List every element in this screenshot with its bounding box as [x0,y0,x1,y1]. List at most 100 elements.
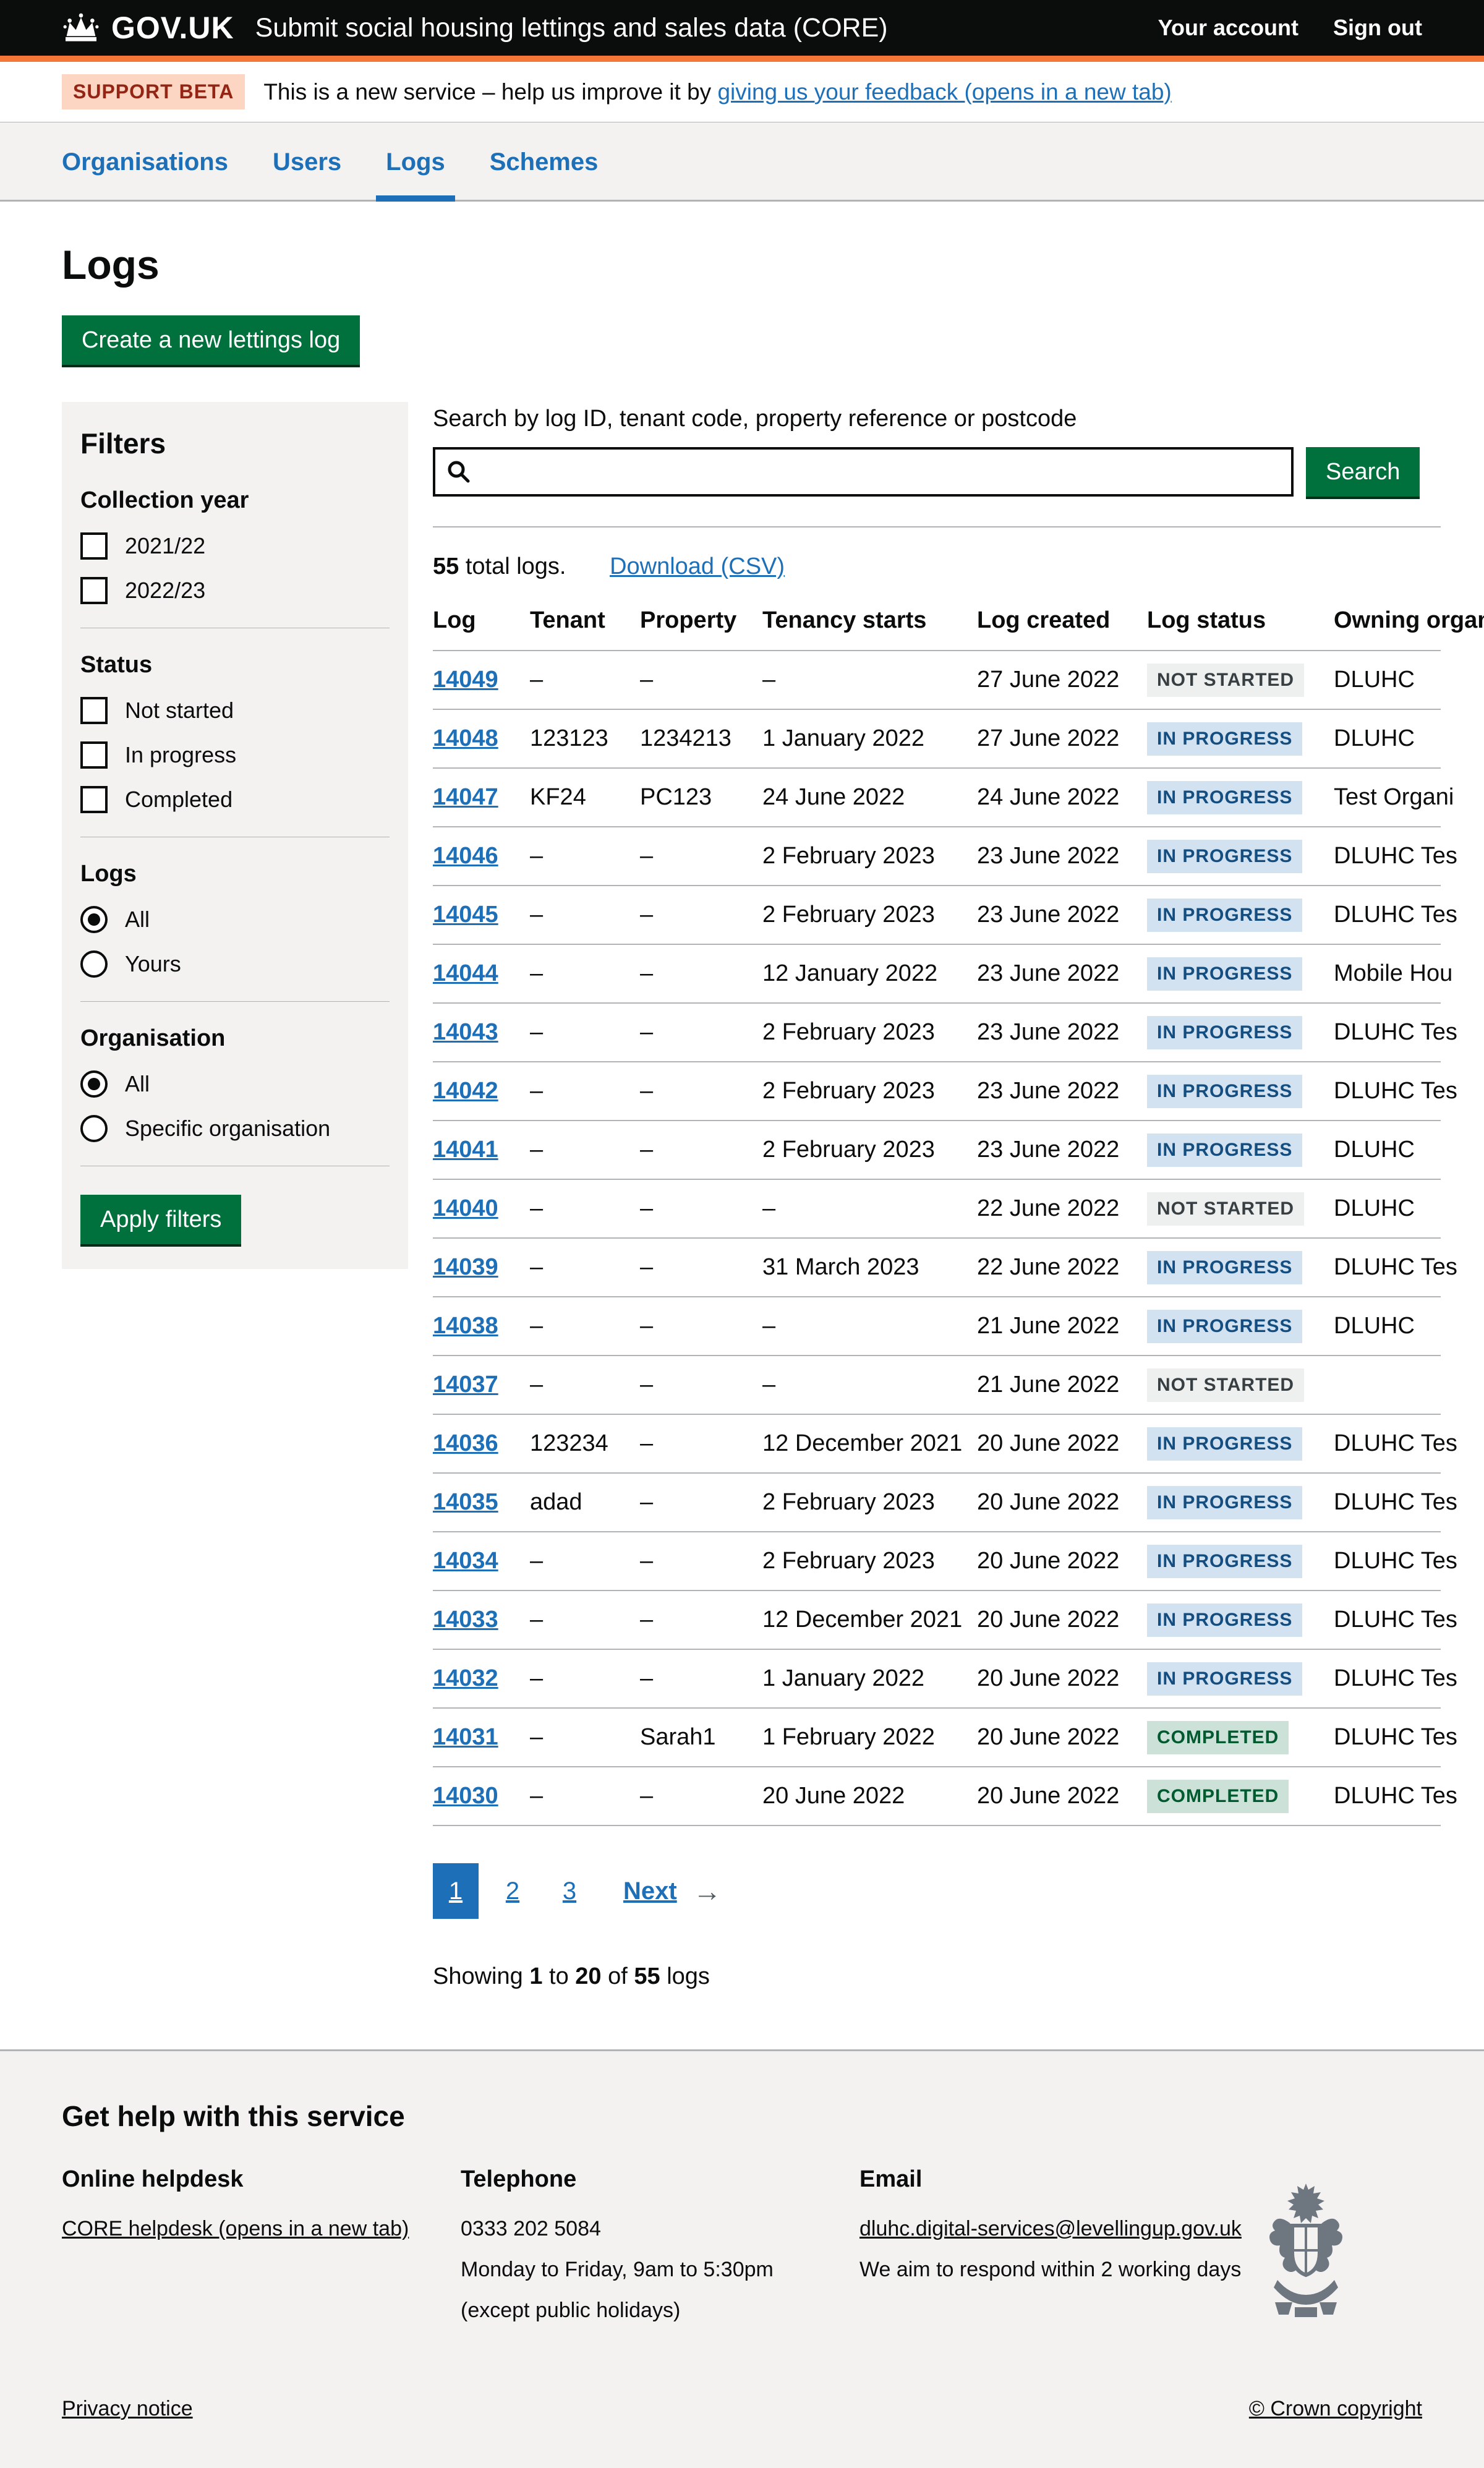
log-created-cell: 27 June 2022 [977,709,1147,768]
log-cell: 14033 [433,1591,530,1649]
radio-option-all[interactable]: All [80,1070,390,1098]
pagination-page-1[interactable]: 1 [433,1863,479,1919]
option-label: Yours [125,951,181,977]
checkbox-control[interactable] [80,697,108,724]
checkbox-option-not-started[interactable]: Not started [80,697,390,724]
tenant-cell: – [530,944,640,1003]
log-id-link[interactable]: 14043 [433,1019,498,1045]
pagination-page-3[interactable]: 3 [547,1863,592,1919]
privacy-notice-link[interactable]: Privacy notice [62,2397,193,2421]
footer-link[interactable]: dluhc.digital-services@levellingup.gov.u… [859,2217,1242,2240]
log-id-link[interactable]: 14047 [433,784,498,810]
log-id-link[interactable]: 14035 [433,1489,498,1515]
log-id-link[interactable]: 14036 [433,1430,498,1456]
footer-text-line: (except public holidays) [461,2297,859,2325]
log-id-link[interactable]: 14041 [433,1137,498,1163]
log-id-link[interactable]: 14034 [433,1548,498,1574]
your-account-link[interactable]: Your account [1158,15,1298,41]
checkbox-control[interactable] [80,741,108,769]
checkbox-option-2021-22[interactable]: 2021/22 [80,532,390,560]
log-cell: 14034 [433,1532,530,1591]
log-status-cell: COMPLETED [1147,1767,1334,1825]
sign-out-link[interactable]: Sign out [1333,15,1422,41]
option-label: 2022/23 [125,578,205,604]
log-id-link[interactable]: 14037 [433,1372,498,1398]
log-status-cell: IN PROGRESS [1147,886,1334,944]
log-cell: 14032 [433,1649,530,1708]
tenant-cell: – [530,1121,640,1179]
footer-link[interactable]: CORE helpdesk (opens in a new tab) [62,2217,409,2240]
checkbox-control[interactable] [80,532,108,560]
tenant-cell: – [530,886,640,944]
create-lettings-log-button[interactable]: Create a new lettings log [62,315,360,365]
header-account-nav: Your account Sign out [1158,15,1422,41]
log-status-cell: NOT STARTED [1147,1356,1334,1414]
tenant-cell: – [530,1179,640,1238]
log-id-link[interactable]: 14048 [433,725,498,751]
log-id-link[interactable]: 14039 [433,1254,498,1280]
log-created-cell: 23 June 2022 [977,1003,1147,1062]
log-id-link[interactable]: 14046 [433,843,498,869]
option-label: Specific organisation [125,1116,330,1142]
checkbox-control[interactable] [80,786,108,813]
property-cell: – [640,827,762,886]
radio-option-yours[interactable]: Yours [80,950,390,978]
log-id-link[interactable]: 14049 [433,667,498,693]
log-id-link[interactable]: 14033 [433,1607,498,1633]
checkbox-control[interactable] [80,577,108,604]
table-row: 14040–––22 June 2022NOT STARTEDDLUHC [433,1179,1441,1238]
log-id-link[interactable]: 14042 [433,1078,498,1104]
pagination-next-link[interactable]: Next [623,1877,677,1905]
log-id-link[interactable]: 14038 [433,1313,498,1339]
property-cell: – [640,651,762,709]
log-id-link[interactable]: 14045 [433,902,498,928]
govuk-header: GOV.UK Submit social housing lettings an… [0,0,1484,56]
log-id-link[interactable]: 14031 [433,1724,498,1750]
radio-control[interactable] [80,906,108,933]
govuk-logo-area[interactable]: GOV.UK [62,10,234,46]
log-status-cell: IN PROGRESS [1147,827,1334,886]
nav-tab-users[interactable]: Users [273,148,341,200]
phase-banner-message: This is a new service – help us improve … [263,79,717,105]
phase-banner: SUPPORT BETA This is a new service – hel… [0,62,1484,122]
radio-control[interactable] [80,1115,108,1142]
tenant-cell: – [530,827,640,886]
search-button[interactable]: Search [1306,447,1420,497]
download-csv-link[interactable]: Download (CSV) [610,553,785,579]
nav-tab-schemes[interactable]: Schemes [490,148,599,200]
radio-option-all[interactable]: All [80,906,390,933]
option-label: In progress [125,742,236,768]
table-row: 14045––2 February 202323 June 2022IN PRO… [433,886,1441,944]
feedback-link[interactable]: giving us your feedback (opens in a new … [717,79,1171,105]
checkbox-option-completed[interactable]: Completed [80,786,390,813]
radio-control[interactable] [80,1070,108,1098]
pagination-page-2[interactable]: 2 [490,1863,535,1919]
radio-option-specific-organisation[interactable]: Specific organisation [80,1115,390,1142]
log-id-link[interactable]: 14032 [433,1665,498,1691]
tenant-cell: – [530,1356,640,1414]
search-input[interactable] [433,447,1294,497]
checkbox-option-in-progress[interactable]: In progress [80,741,390,769]
log-id-link[interactable]: 14040 [433,1195,498,1221]
apply-filters-button[interactable]: Apply filters [80,1195,241,1244]
crown-copyright-link[interactable]: © Crown copyright [1249,2397,1422,2421]
log-status-tag: NOT STARTED [1147,1369,1304,1402]
tenancy-starts-cell: – [762,1356,977,1414]
radio-control[interactable] [80,950,108,978]
log-status-cell: IN PROGRESS [1147,1414,1334,1473]
log-id-link[interactable]: 14030 [433,1783,498,1809]
owning-organisation-cell: DLUHC Tes [1334,1238,1441,1297]
service-name-link[interactable]: Submit social housing lettings and sales… [255,13,888,43]
checkbox-option-2022-23[interactable]: 2022/23 [80,577,390,604]
tenant-cell: 123234 [530,1414,640,1473]
property-cell: – [640,1767,762,1825]
log-created-cell: 23 June 2022 [977,944,1147,1003]
tenant-cell: – [530,1003,640,1062]
showing-text: Showing [433,1963,529,1989]
nav-tab-logs[interactable]: Logs [386,148,445,200]
table-row: 14030––20 June 202220 June 2022COMPLETED… [433,1767,1441,1825]
govuk-logotype[interactable]: GOV.UK [111,10,234,46]
nav-tab-organisations[interactable]: Organisations [62,148,228,200]
log-id-link[interactable]: 14044 [433,960,498,986]
table-row: 14046––2 February 202323 June 2022IN PRO… [433,827,1441,886]
